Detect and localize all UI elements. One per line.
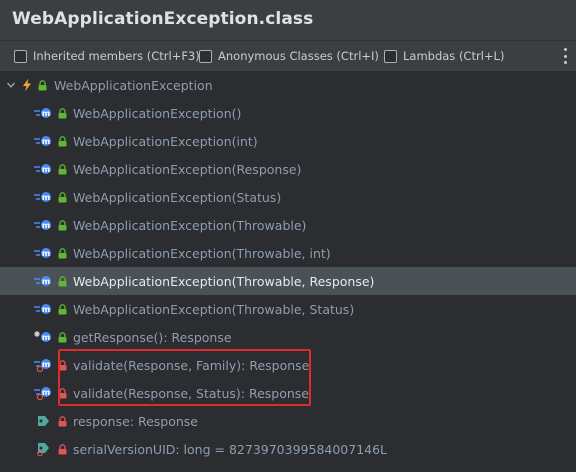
tree-root-label: WebApplicationException	[54, 77, 213, 93]
inherited-members-checkbox[interactable]	[14, 49, 27, 63]
tree-item-label: WebApplicationException(Throwable, Statu…	[73, 301, 355, 317]
tree-item-method[interactable]: m getResponse(): Response	[0, 323, 576, 351]
chevron-down-icon[interactable]	[6, 80, 16, 90]
tree-item-label: WebApplicationException()	[73, 105, 242, 121]
constructor-icon: m	[34, 248, 51, 258]
tree-item-constructor[interactable]: m WebApplicationException(Throwable)	[0, 211, 576, 239]
tree-item-constructor[interactable]: m WebApplicationException(Status)	[0, 183, 576, 211]
inherited-members-label: Inherited members (Ctrl+F3)	[33, 49, 200, 63]
field-icon	[38, 416, 49, 426]
public-lock-icon	[58, 331, 67, 342]
public-lock-icon	[58, 275, 67, 286]
tree-item-constructor-selected[interactable]: m WebApplicationException(Throwable, Res…	[0, 267, 576, 295]
tree-item-static-method[interactable]: m validate(Response, Family): Response	[0, 351, 576, 379]
constructor-icon: m	[34, 136, 51, 146]
tree-item-constructor[interactable]: m WebApplicationException(Throwable, int…	[0, 239, 576, 267]
anonymous-classes-label: Anonymous Classes (Ctrl+I)	[218, 49, 379, 63]
more-options-icon[interactable]	[562, 48, 568, 64]
tree-item-field[interactable]: response: Response	[0, 407, 576, 435]
tree-item-label: WebApplicationException(int)	[73, 133, 258, 149]
tree-item-label: WebApplicationException(Response)	[73, 161, 302, 177]
tree-item-label: serialVersionUID: long = 827397039958400…	[73, 441, 388, 457]
svg-text:m: m	[42, 277, 50, 286]
tree-item-constructor[interactable]: m WebApplicationException(Response)	[0, 155, 576, 183]
tree-item-label: validate(Response, Family): Response	[73, 357, 310, 373]
public-lock-icon	[58, 135, 67, 146]
svg-text:m: m	[42, 333, 50, 342]
private-lock-icon	[58, 359, 67, 370]
svg-text:m: m	[42, 137, 50, 146]
svg-text:m: m	[42, 305, 50, 314]
public-lock-icon	[58, 219, 67, 230]
constructor-icon: m	[34, 192, 51, 202]
tree-item-label: WebApplicationException(Throwable, Respo…	[73, 273, 375, 289]
static-method-icon: m	[34, 359, 51, 372]
filter-inherited-members[interactable]: Inherited members (Ctrl+F3)	[14, 48, 200, 64]
public-lock-icon	[58, 191, 67, 202]
constructor-icon: m	[34, 164, 51, 174]
private-lock-icon	[58, 443, 67, 454]
filter-lambdas[interactable]: Lambdas (Ctrl+L)	[384, 48, 504, 64]
public-lock-icon	[58, 303, 67, 314]
lambdas-label: Lambdas (Ctrl+L)	[403, 49, 505, 63]
svg-text:m: m	[42, 249, 50, 258]
tree-root-row[interactable]: WebApplicationException	[0, 71, 576, 99]
svg-text:m: m	[42, 360, 50, 369]
overriding-method-icon: m	[34, 331, 51, 342]
tree-item-label: WebApplicationException(Status)	[73, 189, 282, 205]
svg-text:m: m	[42, 109, 50, 118]
constructor-icon: m	[34, 304, 51, 314]
tree-item-constructor[interactable]: m WebApplicationException(Throwable, Sta…	[0, 295, 576, 323]
tree-item-label: validate(Response, Status): Response	[73, 385, 309, 401]
tree-item-constructor[interactable]: m WebApplicationException()	[0, 99, 576, 127]
tree-item-label: WebApplicationException(Throwable, int)	[73, 245, 331, 261]
constructor-icon: m	[34, 108, 51, 118]
svg-text:m: m	[42, 221, 50, 230]
public-lock-icon	[38, 79, 47, 90]
svg-text:m: m	[42, 193, 50, 202]
tree-item-static-method[interactable]: m validate(Response, Status): Response	[0, 379, 576, 407]
filter-anonymous-classes[interactable]: Anonymous Classes (Ctrl+I)	[199, 48, 379, 64]
filter-toolbar: Inherited members (Ctrl+F3) Anonymous Cl…	[0, 41, 576, 72]
private-lock-icon	[58, 415, 67, 426]
svg-text:m: m	[42, 388, 50, 397]
tree-item-label: response: Response	[73, 413, 198, 429]
structure-tree: WebApplicationException m WebApplication…	[0, 71, 576, 472]
title-bar: WebApplicationException.class	[0, 0, 576, 41]
constructor-icon: m	[34, 276, 51, 286]
tree-item-constructor[interactable]: m WebApplicationException(int)	[0, 127, 576, 155]
constructor-icon: m	[34, 220, 51, 230]
private-lock-icon	[58, 387, 67, 398]
tree-item-static-field[interactable]: serialVersionUID: long = 827397039958400…	[0, 435, 576, 463]
static-field-icon	[37, 443, 49, 456]
public-lock-icon	[58, 163, 67, 174]
tree-item-label: WebApplicationException(Throwable)	[73, 217, 307, 233]
exception-class-icon	[23, 78, 31, 92]
static-method-icon: m	[34, 387, 51, 400]
public-lock-icon	[58, 247, 67, 258]
anonymous-classes-checkbox[interactable]	[199, 49, 212, 63]
lambdas-checkbox[interactable]	[384, 49, 397, 63]
svg-text:m: m	[42, 165, 50, 174]
tree-item-label: getResponse(): Response	[73, 329, 232, 345]
public-lock-icon	[58, 107, 67, 118]
window-title: WebApplicationException.class	[12, 9, 314, 29]
